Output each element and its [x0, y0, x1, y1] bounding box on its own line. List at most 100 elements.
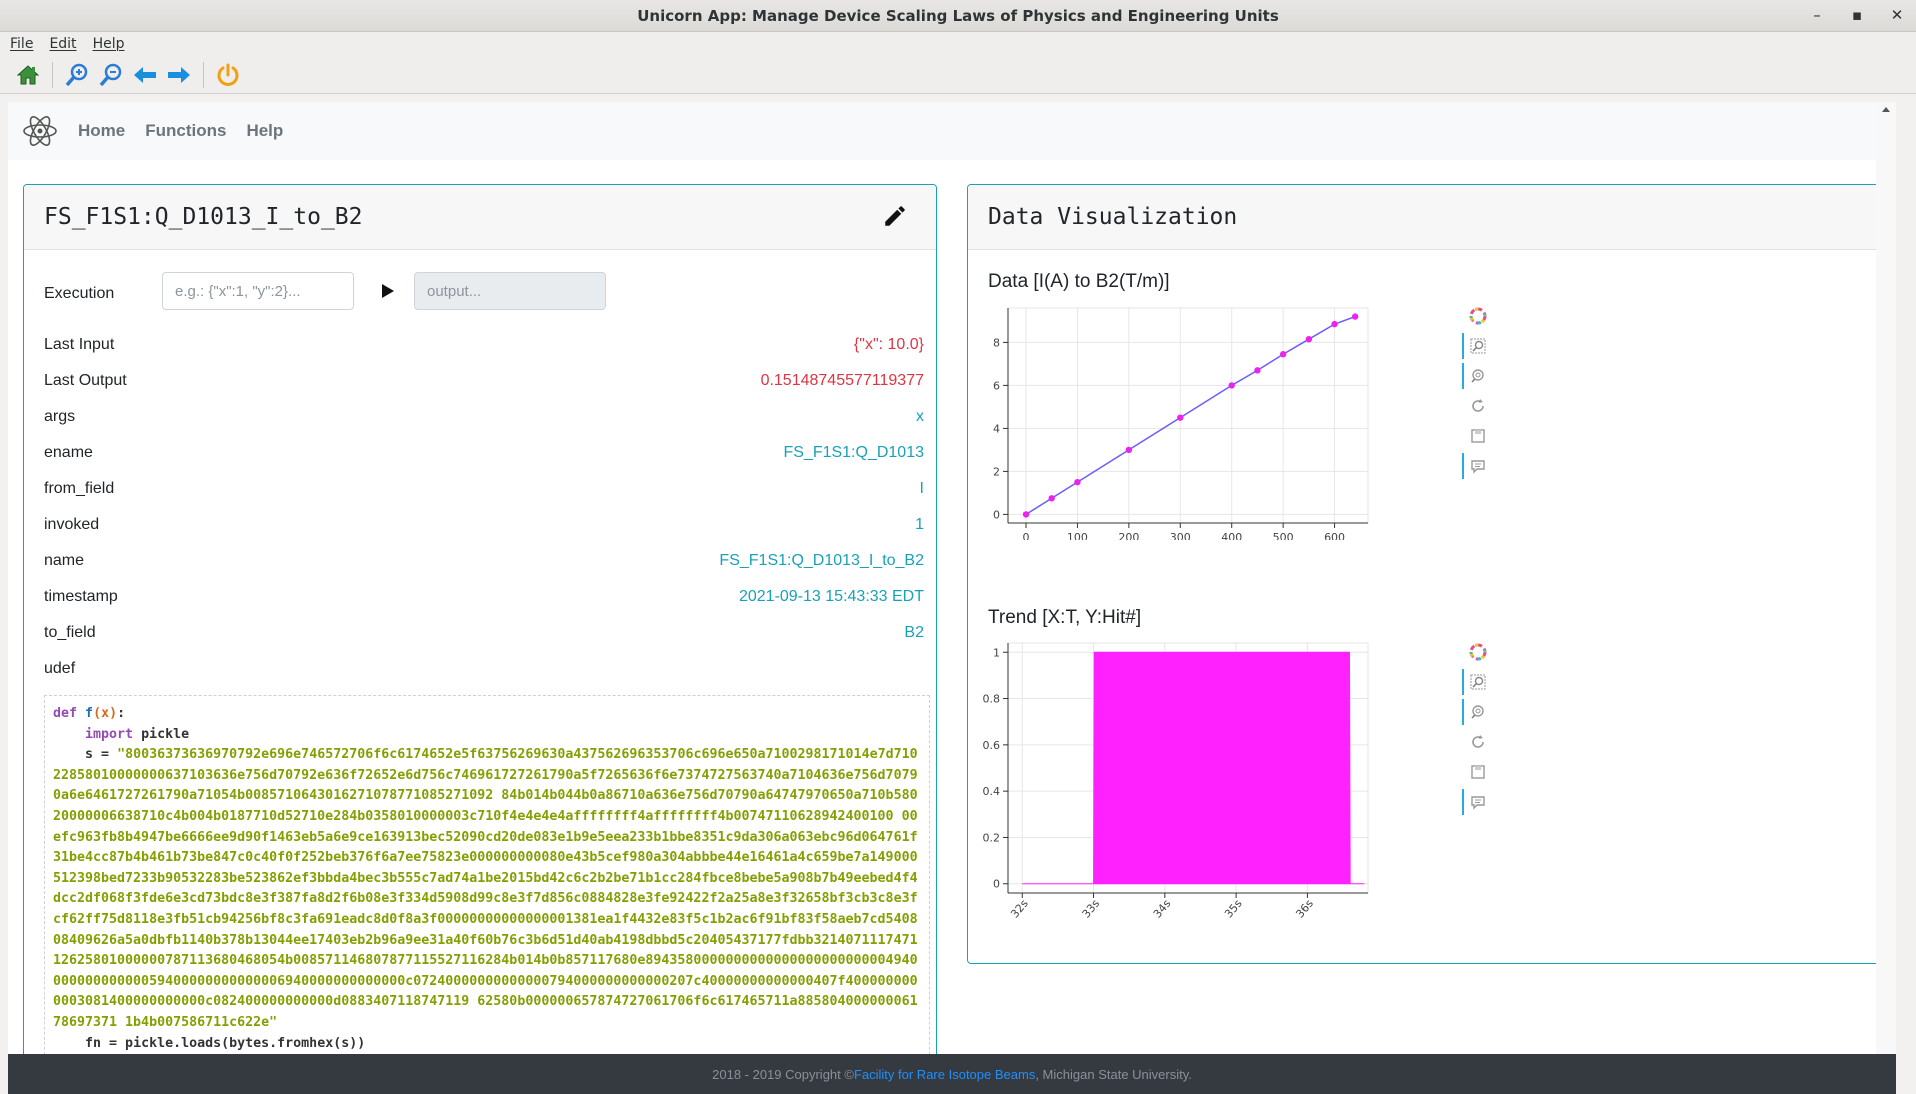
footer-frib-link[interactable]: Facility for Rare Isotope Beams: [854, 1067, 1035, 1082]
y-tick-label: 4: [993, 422, 1000, 435]
code-import-module: pickle: [141, 726, 190, 742]
close-icon[interactable]: ✕: [1888, 6, 1906, 24]
property-value: x: [916, 408, 924, 425]
property-key: timestamp: [44, 588, 118, 605]
property-row: Last Input {"x": 10.0}: [44, 327, 924, 363]
property-row: timestamp 2021-09-13 15:43:33 EDT: [44, 579, 924, 615]
reset-icon[interactable]: [1466, 727, 1490, 757]
x-tick-label: 600: [1324, 531, 1345, 540]
forward-icon[interactable]: [165, 61, 193, 89]
execution-input[interactable]: [162, 272, 354, 310]
menu-help[interactable]: Help: [93, 36, 125, 52]
nav-functions[interactable]: Functions: [145, 121, 226, 141]
web-view: Home Functions Help FS_F1S1:Q_D1013_I_to…: [8, 102, 1896, 1094]
x-tick-label: 500: [1273, 531, 1294, 540]
trend-chart[interactable]: 0 0.2 0.4 0.6 0.8 1 32s 33s 34s 35s 36s: [978, 635, 1378, 925]
code-function-name: f: [85, 706, 94, 721]
navbar: Home Functions Help: [8, 102, 1896, 160]
back-icon[interactable]: [131, 61, 159, 89]
page-scrollbar[interactable]: [1876, 102, 1896, 1062]
hover-icon[interactable]: [1462, 787, 1490, 817]
property-value: 0.15148745577119377: [760, 372, 924, 389]
wheel-zoom-icon[interactable]: [1462, 697, 1490, 727]
play-icon: [382, 284, 394, 298]
footer-copyright: 2018 - 2019 Copyright ©: [712, 1066, 854, 1082]
property-key: to_field: [44, 624, 96, 641]
zoom-in-icon[interactable]: [63, 61, 91, 89]
code-colon: :: [117, 706, 126, 721]
property-key: Last Output: [44, 372, 127, 389]
atom-logo-icon[interactable]: [22, 113, 58, 149]
property-row: ename FS_F1S1:Q_D1013: [44, 435, 924, 471]
property-row: args x: [44, 399, 924, 435]
menu-file[interactable]: File: [10, 36, 33, 52]
x-tick-label: 0: [1023, 531, 1030, 540]
bokeh-logo-icon[interactable]: [1466, 301, 1490, 331]
save-icon[interactable]: [1466, 421, 1490, 451]
execution-label: Execution: [44, 285, 115, 302]
run-button[interactable]: [368, 272, 408, 310]
footer: 2018 - 2019 Copyright © Facility for Rar…: [8, 1054, 1896, 1094]
data-point: [1254, 367, 1261, 374]
property-row: invoked 1: [44, 507, 924, 543]
property-key: args: [44, 408, 76, 425]
menu-edit[interactable]: Edit: [49, 36, 76, 52]
property-value: B2: [904, 624, 924, 641]
execution-output: [414, 272, 606, 310]
toolbar: [0, 56, 1916, 94]
property-key: invoked: [44, 516, 100, 533]
y-tick-label: 1: [993, 646, 1000, 659]
udef-code-block: def f(x): import pickle s = "80036373636…: [44, 695, 930, 1083]
x-tick-label: 34s: [1151, 897, 1174, 921]
window-controls: – ▪ ✕: [1808, 6, 1906, 24]
save-icon[interactable]: [1466, 757, 1490, 787]
nav-help[interactable]: Help: [246, 121, 283, 141]
nav-home[interactable]: Home: [78, 121, 125, 141]
reset-icon[interactable]: [1466, 391, 1490, 421]
plot1-title: Data [I(A) to B2(T/m)]: [988, 271, 1170, 292]
hover-icon[interactable]: [1462, 451, 1490, 481]
box-zoom-icon[interactable]: [1462, 667, 1490, 697]
line-chart[interactable]: 0 2 4 6 8 0 100 200 300 400 500 600: [978, 300, 1378, 540]
property-row: Last Output 0.15148745577119377: [44, 363, 924, 399]
visualization-card: Data Visualization Data [I(A) to B2(T/m)…: [967, 184, 1882, 964]
function-properties: Last Input {"x": 10.0} Last Output 0.151487…: [44, 327, 924, 687]
property-row: name FS_F1S1:Q_D1013_I_to_B2: [44, 543, 924, 579]
y-tick-label: 6: [993, 379, 1000, 392]
data-point: [1022, 511, 1030, 518]
code-import-keyword: import: [85, 726, 134, 742]
data-point: [1351, 313, 1359, 320]
property-value: 1: [915, 516, 924, 533]
code-params: (x): [93, 706, 118, 721]
function-title: FS_F1S1:Q_D1013_I_to_B2: [44, 204, 363, 230]
zoom-out-icon[interactable]: [97, 61, 125, 89]
home-icon[interactable]: [14, 61, 42, 89]
bokeh-logo-icon[interactable]: [1466, 637, 1490, 667]
wheel-zoom-icon[interactable]: [1462, 361, 1490, 391]
code-s-assign: s =: [85, 747, 118, 763]
menu-bar: File Edit Help: [0, 32, 1916, 56]
property-value: FS_F1S1:Q_D1013: [783, 444, 924, 461]
data-point: [1074, 478, 1081, 486]
x-tick-label: 200: [1118, 531, 1139, 540]
property-value: 2021-09-13 15:43:33 EDT: [738, 588, 924, 605]
edit-pencil-icon[interactable]: [882, 203, 908, 229]
data-point: [1125, 446, 1133, 454]
y-tick-label: 0.2: [983, 831, 1001, 844]
maximize-icon[interactable]: ▪: [1848, 6, 1866, 24]
data-point: [1279, 351, 1287, 358]
visualization-card-header: Data Visualization: [968, 185, 1881, 250]
box-zoom-icon[interactable]: [1462, 331, 1490, 361]
y-tick-label: 0.4: [983, 785, 1001, 798]
y-tick-label: 2: [993, 465, 1000, 478]
y-tick-label: 0: [993, 508, 1000, 521]
window-title: Unicorn App: Manage Device Scaling Laws …: [637, 6, 1279, 25]
x-tick-label: 300: [1170, 531, 1191, 540]
minimize-icon[interactable]: –: [1808, 6, 1826, 24]
plot1-toolbar: [1462, 301, 1490, 481]
scroll-up-icon[interactable]: [1876, 102, 1896, 116]
property-key: Last Input: [44, 336, 115, 353]
y-tick-label: 0.6: [983, 739, 1001, 752]
power-icon[interactable]: [214, 61, 242, 89]
property-key: udef: [44, 660, 76, 677]
